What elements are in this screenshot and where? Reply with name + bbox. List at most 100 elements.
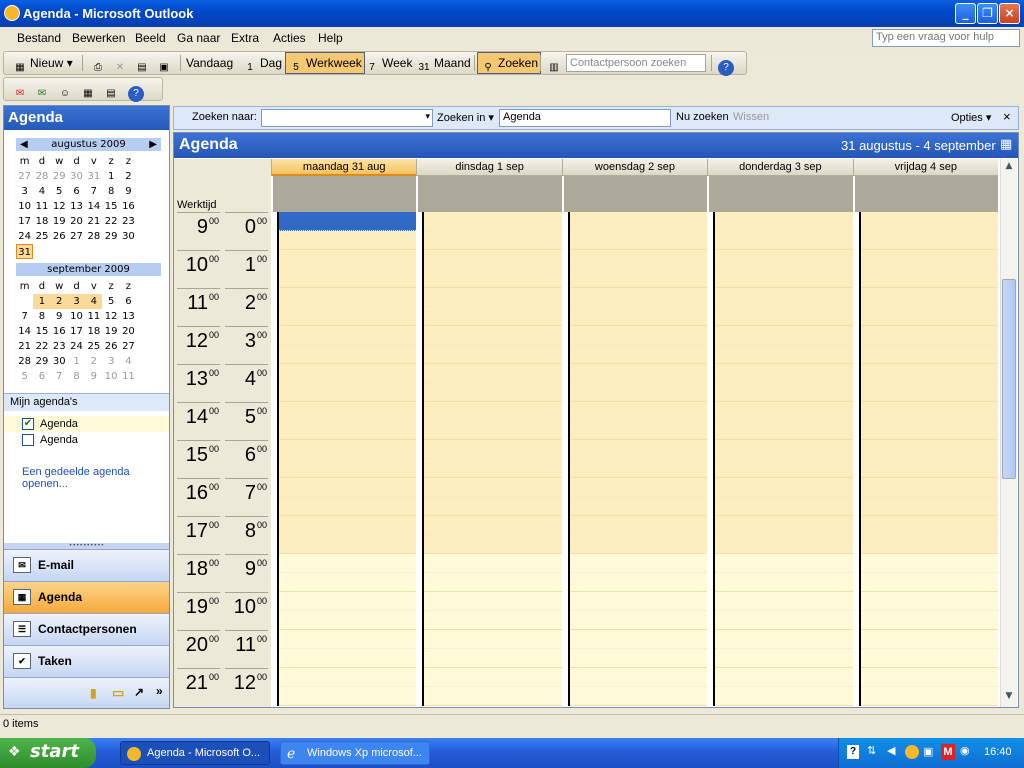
schedule-icon[interactable]: ▦ [78, 78, 100, 100]
time-slot[interactable] [715, 326, 853, 345]
time-slot[interactable] [279, 345, 417, 364]
checkbox-icon[interactable] [22, 434, 34, 446]
time-slot[interactable] [424, 402, 562, 421]
time-slot[interactable] [860, 307, 998, 326]
time-slot[interactable] [860, 345, 998, 364]
calendar-day[interactable]: 11 [33, 199, 50, 214]
time-slot[interactable] [860, 421, 998, 440]
mcafee-icon[interactable]: M [941, 744, 955, 760]
calendar-day[interactable]: 28 [33, 169, 50, 184]
nav-button-email[interactable]: ✉ E-mail [4, 549, 169, 581]
next-month-arrow-icon[interactable]: ▶ [149, 138, 157, 151]
time-slot[interactable] [424, 440, 562, 459]
time-slot[interactable] [715, 611, 853, 630]
time-slot[interactable] [860, 478, 998, 497]
time-slot[interactable] [715, 231, 853, 250]
time-slot[interactable] [569, 573, 708, 592]
time-slot[interactable] [279, 440, 417, 459]
time-slot[interactable] [424, 307, 562, 326]
time-slot[interactable] [715, 497, 853, 516]
calendar-day[interactable]: 22 [33, 339, 50, 354]
calendar-item[interactable]: ✔ Agenda [4, 416, 169, 432]
delete-icon[interactable]: ✕ [110, 52, 132, 74]
time-slot[interactable] [424, 269, 562, 288]
calendar-day[interactable]: 4 [85, 294, 103, 309]
time-slot[interactable] [569, 345, 708, 364]
folder-icon[interactable]: ▭ [112, 685, 124, 701]
close-button[interactable]: × [999, 3, 1020, 24]
time-slot[interactable] [715, 307, 853, 326]
time-slot[interactable] [860, 573, 998, 592]
calendar-day[interactable]: 6 [33, 369, 50, 384]
time-slot[interactable] [860, 383, 998, 402]
scroll-thumb[interactable] [1002, 279, 1016, 479]
configure-buttons-icon[interactable]: » [156, 684, 163, 698]
time-slot[interactable] [715, 383, 853, 402]
time-slot[interactable] [424, 231, 562, 250]
decline-icon[interactable]: ✉ [10, 78, 32, 100]
time-slot[interactable] [715, 516, 853, 535]
calendar-day[interactable]: 4 [33, 184, 50, 199]
search-in-input[interactable]: Agenda [499, 109, 671, 127]
calendar-day[interactable]: 30 [68, 169, 85, 184]
help-tray-icon[interactable]: ? [847, 745, 859, 759]
help-circle-icon[interactable]: ? [126, 78, 148, 102]
workweek-view-button[interactable]: 5 Werkweek [285, 52, 365, 74]
time-slot[interactable] [424, 516, 562, 535]
time-slot[interactable] [424, 326, 562, 345]
calendar-day[interactable]: 27 [16, 169, 33, 184]
time-slot[interactable] [424, 212, 562, 231]
time-slot[interactable] [424, 288, 562, 307]
calendar-day[interactable]: 5 [16, 369, 33, 384]
time-slot[interactable] [715, 478, 853, 497]
time-slot[interactable] [715, 250, 853, 269]
time-slot[interactable] [569, 592, 708, 611]
day-header[interactable]: donderdag 3 sep [707, 159, 852, 176]
time-slot[interactable] [860, 535, 998, 554]
time-slot[interactable] [424, 592, 562, 611]
calendar-day[interactable]: 13 [120, 309, 137, 324]
start-button[interactable]: ❖ start [0, 738, 96, 768]
time-slot[interactable] [569, 269, 708, 288]
back-arrow-icon[interactable]: ◀ [887, 744, 895, 757]
time-slot[interactable] [715, 440, 853, 459]
calendar-day[interactable]: 6 [68, 184, 85, 199]
monitor-icon[interactable]: ▣ [923, 745, 933, 758]
time-slot[interactable] [715, 649, 853, 668]
time-slot[interactable] [569, 516, 708, 535]
time-slot[interactable] [860, 459, 998, 478]
time-slot[interactable] [715, 421, 853, 440]
calendar-day[interactable]: 18 [85, 324, 102, 339]
calendar-day[interactable]: 17 [68, 324, 85, 339]
calendar-day[interactable]: 12 [102, 309, 119, 324]
time-slot[interactable] [715, 687, 853, 706]
nav-button-tasks[interactable]: ✔ Taken [4, 645, 169, 677]
time-slot[interactable] [279, 554, 417, 573]
calendar-day[interactable]: 8 [68, 369, 85, 384]
day-column[interactable] [416, 212, 562, 706]
calendar-day[interactable]: 20 [68, 214, 85, 229]
vertical-scrollbar[interactable]: ▲ ▼ [1000, 159, 1017, 707]
time-slot[interactable] [860, 554, 998, 573]
time-slot[interactable] [279, 402, 417, 421]
time-slot[interactable] [860, 497, 998, 516]
time-slot[interactable] [569, 497, 708, 516]
menu-acties[interactable]: Acties [273, 31, 306, 45]
time-slot[interactable] [279, 288, 417, 307]
time-slot[interactable] [860, 611, 998, 630]
calendar-day[interactable]: 18 [33, 214, 50, 229]
calendar-day[interactable]: 2 [85, 354, 102, 369]
time-slot[interactable] [569, 630, 708, 649]
time-slot[interactable] [424, 478, 562, 497]
calendar-day[interactable]: 25 [33, 229, 50, 244]
time-slot[interactable] [569, 402, 708, 421]
time-slot[interactable] [279, 573, 417, 592]
time-slot[interactable] [569, 611, 708, 630]
week-view-button[interactable]: 7 Week [362, 52, 414, 74]
time-slot[interactable] [860, 687, 998, 706]
time-slot[interactable] [424, 630, 562, 649]
time-slot[interactable] [279, 611, 417, 630]
time-slot[interactable] [424, 383, 562, 402]
menu-bewerken[interactable]: Bewerken [72, 31, 125, 45]
time-slot[interactable] [860, 649, 998, 668]
